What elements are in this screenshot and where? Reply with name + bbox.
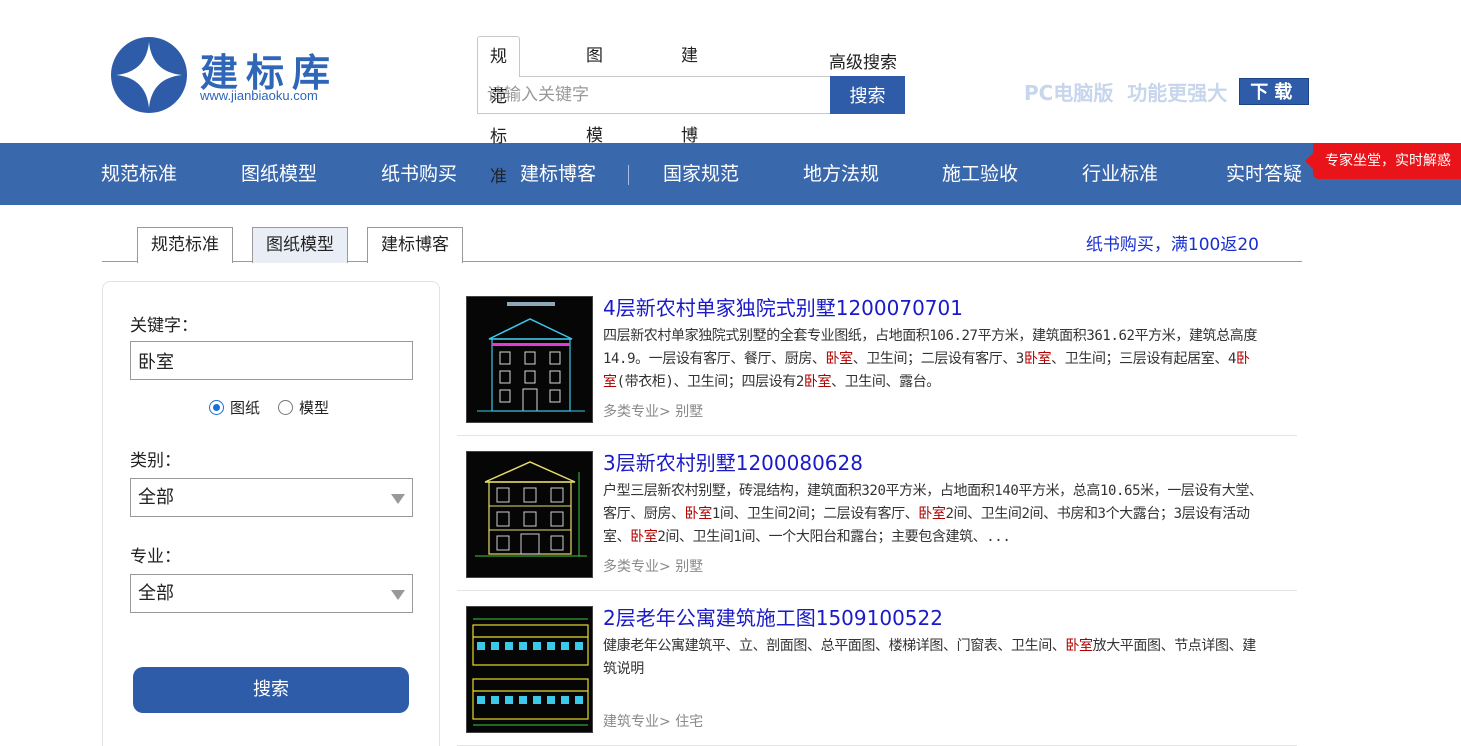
description-text: (带衣柜)、卫生间；四层设有2 <box>616 374 805 390</box>
description-text: 健康老年公寓建筑平、立、剖面图、总平面图、楼梯详图、门窗表、卫生间、 <box>603 638 1066 654</box>
keyword-label: 关键字： <box>130 316 198 336</box>
keyword-highlight: 卧室 <box>803 374 832 390</box>
villa-drawing-image <box>467 297 592 422</box>
result-tabs: 规范标准 图纸模型 建标博客 纸书购买，满100返20 <box>102 225 1302 263</box>
result-description: 健康老年公寓建筑平、立、剖面图、总平面图、楼梯详图、门窗表、卫生间、卧室放大平面… <box>603 635 1263 681</box>
result-category[interactable]: 多类专业> <box>603 404 671 420</box>
description-text: 、卫生间；二层设有客厅、3 <box>852 351 1025 367</box>
search-button[interactable]: 搜索 <box>830 76 905 114</box>
expert-badge[interactable]: 专家坐堂，实时解惑 <box>1305 143 1461 179</box>
main-nav: 规范标准 图纸模型 纸书购买 建标博客 国家规范 地方法规 施工验收 行业标准 … <box>0 143 1461 205</box>
description-text: 2间、卫生间1间、一个大阳台和露台；主要包含建筑、... <box>657 529 1011 545</box>
chevron-down-icon <box>391 590 405 600</box>
download-button[interactable]: 下载 <box>1239 77 1310 105</box>
apartment-plan-image <box>467 607 592 732</box>
radio-models[interactable] <box>278 400 294 415</box>
result-description: 四层新农村单家独院式别墅的全套专业图纸，占地面积106.27平方米，建筑面积36… <box>603 325 1263 394</box>
category-select[interactable]: 全部 <box>130 478 413 517</box>
chevron-down-icon <box>391 494 405 504</box>
nav-item-local[interactable]: 地方法规 <box>803 143 879 205</box>
tab-standards[interactable]: 规范标准 <box>137 227 233 263</box>
filter-sidebar: 关键字： 图纸 模型 类别： 全部 专业： 全部 搜索 <box>102 281 440 746</box>
result-thumbnail[interactable] <box>466 451 593 578</box>
radio-drawings-label: 图纸 <box>230 399 261 417</box>
search-input[interactable] <box>477 76 831 114</box>
result-subcategory[interactable]: 别墅 <box>675 404 703 420</box>
result-category[interactable]: 建筑专业> <box>603 714 671 730</box>
nav-item-national[interactable]: 国家规范 <box>663 143 739 205</box>
nav-item-books[interactable]: 纸书购买 <box>381 143 457 205</box>
description-text: 、卫生间；三层设有起居室、4 <box>1051 351 1236 367</box>
pc-promo: PC电脑版 功能更强大 下载 <box>1024 77 1310 105</box>
book-promo-link[interactable]: 纸书购买，满100返20 <box>1086 230 1259 255</box>
tab-drawings[interactable]: 图纸模型 <box>252 227 348 263</box>
nav-item-drawings[interactable]: 图纸模型 <box>241 143 317 205</box>
category-select-value: 全部 <box>138 487 174 508</box>
result-thumbnail[interactable] <box>466 296 593 423</box>
nav-item-industry[interactable]: 行业标准 <box>1082 143 1158 205</box>
advanced-search-link[interactable]: 高级搜索 <box>829 48 897 73</box>
keyword-highlight: 卧室 <box>1023 351 1052 367</box>
specialty-select-value: 全部 <box>138 583 174 604</box>
result-tags: 多类专业> 别墅 <box>603 556 703 576</box>
result-item: 4层新农村单家独院式别墅1200070701 四层新农村单家独院式别墅的全套专业… <box>457 281 1297 436</box>
specialty-select[interactable]: 全部 <box>130 574 413 613</box>
site-logo[interactable]: 建标库 www.jianbiaoku.com <box>110 36 350 116</box>
result-subcategory[interactable]: 住宅 <box>675 714 703 730</box>
filter-search-button[interactable]: 搜索 <box>133 667 409 713</box>
logo-url: www.jianbiaoku.com <box>200 88 318 103</box>
search-box: 规范标准 图纸模型 建标博客 高级搜索 搜索 <box>477 36 907 187</box>
result-item: 2层老年公寓建筑施工图1509100522 健康老年公寓建筑平、立、剖面图、总平… <box>457 591 1297 746</box>
result-tags: 建筑专业> 住宅 <box>603 711 703 731</box>
specialty-label: 专业： <box>130 547 181 567</box>
result-subcategory[interactable]: 别墅 <box>675 559 703 575</box>
nav-item-acceptance[interactable]: 施工验收 <box>942 143 1018 205</box>
tab-blog[interactable]: 建标博客 <box>367 227 463 263</box>
keyword-highlight: 卧室 <box>1065 638 1093 654</box>
pc-promo-text: PC电脑版 功能更强大 <box>1024 80 1228 105</box>
radio-models-label: 模型 <box>299 399 330 417</box>
result-title[interactable]: 2层老年公寓建筑施工图1509100522 <box>603 602 943 631</box>
result-thumbnail[interactable] <box>466 606 593 733</box>
nav-item-standards[interactable]: 规范标准 <box>101 143 177 205</box>
keyword-highlight: 卧室 <box>684 506 713 522</box>
result-category[interactable]: 多类专业> <box>603 559 671 575</box>
nav-divider <box>628 165 629 185</box>
keyword-highlight: 卧室 <box>918 506 946 522</box>
keyword-input[interactable] <box>130 341 413 380</box>
result-title[interactable]: 3层新农村别墅1200080628 <box>603 447 863 476</box>
search-tab-blog[interactable]: 建标博客 <box>669 36 710 186</box>
radio-drawings[interactable] <box>209 400 224 415</box>
site-header: 建标库 www.jianbiaoku.com 规范标准 图纸模型 建标博客 高级… <box>0 0 1461 187</box>
search-tab-standards[interactable]: 规范标准 <box>477 36 520 187</box>
description-text: 、卫生间、露台。 <box>831 374 940 390</box>
result-description: 户型三层新农村别墅，砖混结构，建筑面积320平方米，占地面积140平方米，总高1… <box>603 480 1263 549</box>
result-item: 3层新农村别墅1200080628 户型三层新农村别墅，砖混结构，建筑面积320… <box>457 436 1297 591</box>
type-radio-group: 图纸 模型 <box>209 397 347 418</box>
description-text: 1间、卫生间2间；二层设有客厅、 <box>711 506 919 522</box>
search-tab-drawings[interactable]: 图纸模型 <box>574 36 615 186</box>
keyword-highlight: 卧室 <box>630 529 658 545</box>
villa-elevation-image <box>467 452 592 577</box>
keyword-highlight: 卧室 <box>825 351 854 367</box>
category-label: 类别： <box>130 451 181 471</box>
result-tags: 多类专业> 别墅 <box>603 401 703 421</box>
logo-cross-icon <box>111 37 187 113</box>
nav-item-qa[interactable]: 实时答疑 <box>1226 143 1302 205</box>
nav-item-blog[interactable]: 建标博客 <box>520 143 596 205</box>
result-title[interactable]: 4层新农村单家独院式别墅1200070701 <box>603 292 963 321</box>
